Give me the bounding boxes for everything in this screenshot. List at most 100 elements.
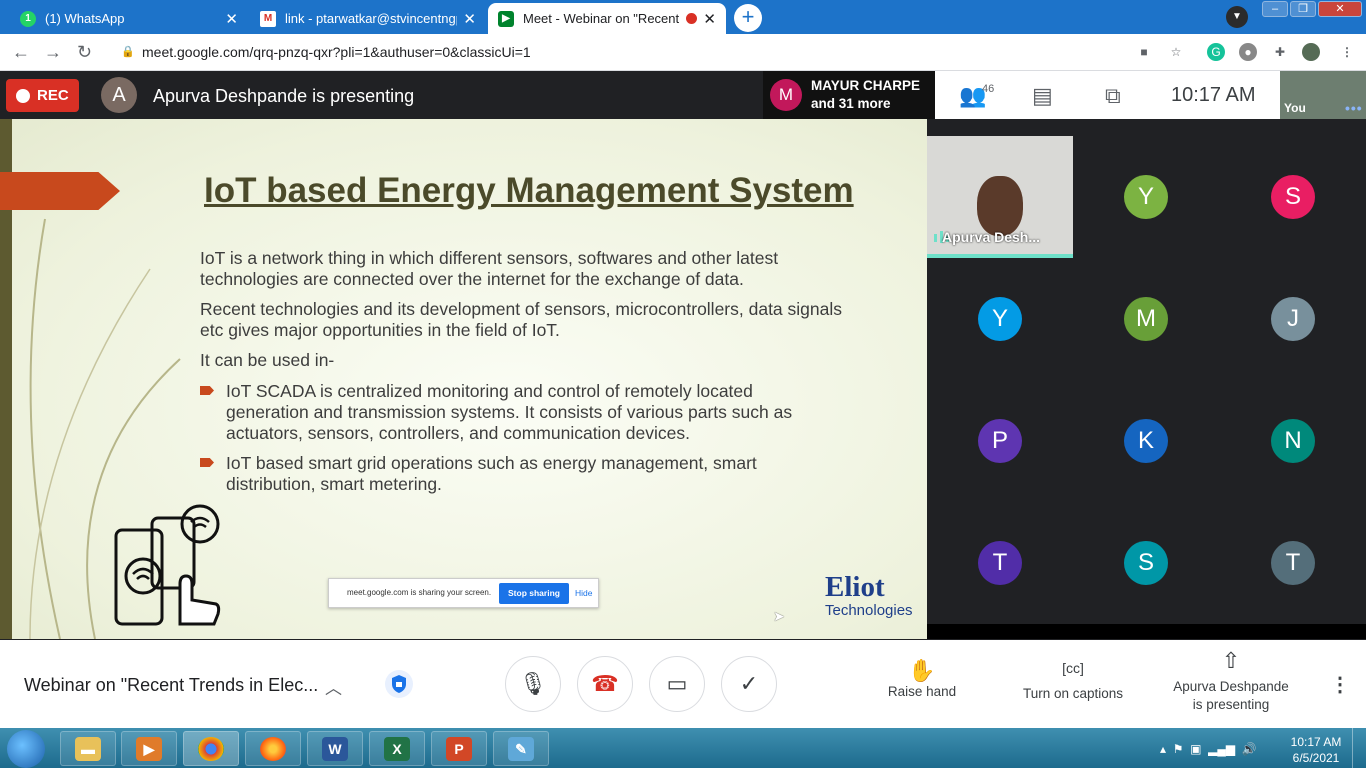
tab-whatsapp[interactable]: 1 (1) WhatsApp ✕ (10, 3, 248, 34)
leave-call-button[interactable]: ☎ (577, 656, 633, 712)
participant-avatar[interactable]: K (1124, 419, 1168, 463)
people-count: 46 (982, 83, 995, 95)
browser-menu-icon[interactable]: ⋮ (1338, 43, 1356, 61)
raise-hand-label: Raise hand (887, 684, 957, 699)
profile-avatar[interactable] (1302, 43, 1320, 61)
start-button[interactable] (7, 730, 45, 768)
slide-bullet: IoT SCADA is centralized monitoring and … (200, 381, 840, 444)
presenting-button[interactable]: ⇧ Apurva Deshpande is presenting (1160, 648, 1302, 714)
bullet-arrow-icon (200, 458, 214, 467)
back-icon[interactable]: ← (12, 42, 30, 62)
activities-icon[interactable]: ⧉ (1105, 83, 1121, 109)
bullet-text: IoT SCADA is centralized monitoring and … (226, 381, 793, 443)
participant-avatar[interactable]: Y (978, 297, 1022, 341)
taskbar-excel[interactable]: X (369, 731, 425, 766)
iot-phone-wifi-icon (114, 504, 221, 626)
system-tray-icons[interactable]: ▴ ⚑ ▣ ▂▄▆ 🔊 (1160, 742, 1257, 756)
taskbar-date: 6/5/2021 (1292, 751, 1340, 765)
taskbar-time: 10:17 AM (1290, 735, 1342, 749)
taskbar-explorer[interactable]: ▬ (60, 731, 116, 766)
taskbar-powerpoint[interactable]: P (431, 731, 487, 766)
taskbar-firefox[interactable] (245, 731, 301, 766)
participant-avatar[interactable]: J (1271, 297, 1315, 341)
participant-preview-text: MAYUR CHARPE and 31 more (811, 77, 920, 113)
tab-search-icon[interactable]: ▼ (1226, 6, 1248, 28)
chat-icon[interactable]: ▤ (1032, 83, 1053, 109)
minimize-window-button[interactable]: – (1262, 1, 1288, 17)
participant-avatar[interactable]: P (978, 419, 1022, 463)
microphone-icon: 🎙 (519, 671, 547, 696)
close-window-button[interactable]: ✕ (1318, 1, 1362, 17)
participant-avatar[interactable]: N (1271, 419, 1315, 463)
tab-meet[interactable]: ▶ Meet - Webinar on "Recent T ✕ (488, 3, 726, 34)
grammarly-icon[interactable]: G (1207, 43, 1225, 61)
slide-paragraph: It can be used in- (200, 350, 335, 370)
self-label: You (1284, 101, 1306, 115)
participant-avatar[interactable]: T (1271, 541, 1315, 585)
maximize-window-button[interactable]: ❐ (1290, 1, 1316, 17)
microphone-button[interactable]: 🎙 (505, 656, 561, 712)
speaker-video (977, 176, 1023, 236)
tab-gmail[interactable]: M link - ptarwatkar@stvincentngp.e ✕ (250, 3, 486, 34)
chevron-up-icon[interactable]: ︿ (325, 674, 342, 699)
taskbar-word[interactable]: W (307, 731, 363, 766)
more-options-icon[interactable]: ⋮ (1330, 672, 1350, 697)
captions-button[interactable]: [cc] Turn on captions (1008, 660, 1138, 701)
close-tab-icon[interactable]: ✕ (703, 10, 716, 28)
camera-in-use-icon[interactable]: ■ (1135, 43, 1153, 61)
url-text[interactable]: meet.google.com/qrq-pnzq-qxr?pli=1&authu… (142, 44, 531, 60)
camera-button[interactable]: ▭ (649, 656, 705, 712)
taskbar-chrome[interactable] (183, 731, 239, 766)
participant-avatar[interactable]: S (1271, 175, 1315, 219)
bookmark-star-icon[interactable]: ☆ (1167, 43, 1185, 61)
taskbar-clock[interactable]: 10:17 AM 6/5/2021 (1290, 734, 1342, 766)
new-tab-button[interactable]: + (734, 4, 762, 32)
participant-name: MAYUR CHARPE (811, 78, 921, 93)
gmail-icon: M (260, 10, 276, 27)
checkmark-icon: ✓ (739, 671, 759, 696)
slide-paragraph: Recent technologies and its development … (200, 299, 843, 340)
hang-up-icon: ☎ (591, 671, 619, 696)
participant-avatar[interactable]: Y (1124, 175, 1168, 219)
participant-avatar[interactable]: S (1124, 541, 1168, 585)
taskbar-media[interactable]: ▶ (121, 731, 177, 766)
whatsapp-icon: 1 (20, 10, 36, 27)
attendance-button[interactable]: ✓ (721, 656, 777, 712)
excel-icon: X (384, 737, 410, 761)
show-desktop-button[interactable] (1352, 728, 1366, 768)
eliot-logo: Eliot Technologies (825, 572, 913, 619)
powerpoint-icon: P (446, 737, 472, 761)
record-icon (16, 88, 30, 103)
omnibox[interactable]: 🔒 meet.google.com/qrq-pnzq-qxr?pli=1&aut… (112, 38, 1197, 67)
meeting-title[interactable]: Webinar on "Recent Trends in Elec... (24, 675, 318, 696)
extensions-puzzle-icon[interactable]: ✚ (1271, 43, 1289, 61)
taskbar-paint[interactable]: ✎ (493, 731, 549, 766)
tab-title: link - ptarwatkar@stvincentngp.e (285, 11, 458, 26)
hide-button[interactable]: Hide (575, 588, 592, 598)
extension-icon[interactable]: ● (1239, 43, 1257, 61)
participant-avatar[interactable]: T (978, 541, 1022, 585)
lock-icon[interactable]: 🔒 (121, 45, 135, 58)
close-tab-icon[interactable]: ✕ (463, 10, 476, 28)
screen-share-notice: meet.google.com is sharing your screen. … (328, 578, 599, 608)
forward-icon[interactable]: → (44, 42, 62, 62)
reload-icon[interactable]: ↻ (77, 42, 92, 62)
slide-arrow-decor (0, 172, 120, 210)
word-icon: W (322, 737, 348, 761)
participant-avatar[interactable]: M (1124, 297, 1168, 341)
media-player-icon: ▶ (136, 737, 162, 761)
captions-label: Turn on captions (1022, 686, 1124, 701)
raise-hand-button[interactable]: ✋ Raise hand (872, 658, 972, 699)
paint-icon: ✎ (508, 737, 534, 761)
participant-more: and 31 more (811, 96, 891, 111)
meet-clock: 10:17 AM (1171, 84, 1256, 106)
more-options-icon[interactable]: ••• (1345, 100, 1363, 116)
stop-sharing-button[interactable]: Stop sharing (499, 583, 569, 604)
present-screen-icon: ⇧ (1221, 648, 1241, 673)
close-tab-icon[interactable]: ✕ (225, 10, 238, 28)
presentation-slide: IoT based Energy Management System IoT i… (0, 119, 927, 639)
presenting-text: Apurva Deshpande is presenting (153, 86, 415, 106)
security-shield-icon[interactable] (385, 670, 413, 698)
recording-indicator-icon (686, 13, 698, 24)
presenting-line2: is presenting (1192, 697, 1270, 712)
